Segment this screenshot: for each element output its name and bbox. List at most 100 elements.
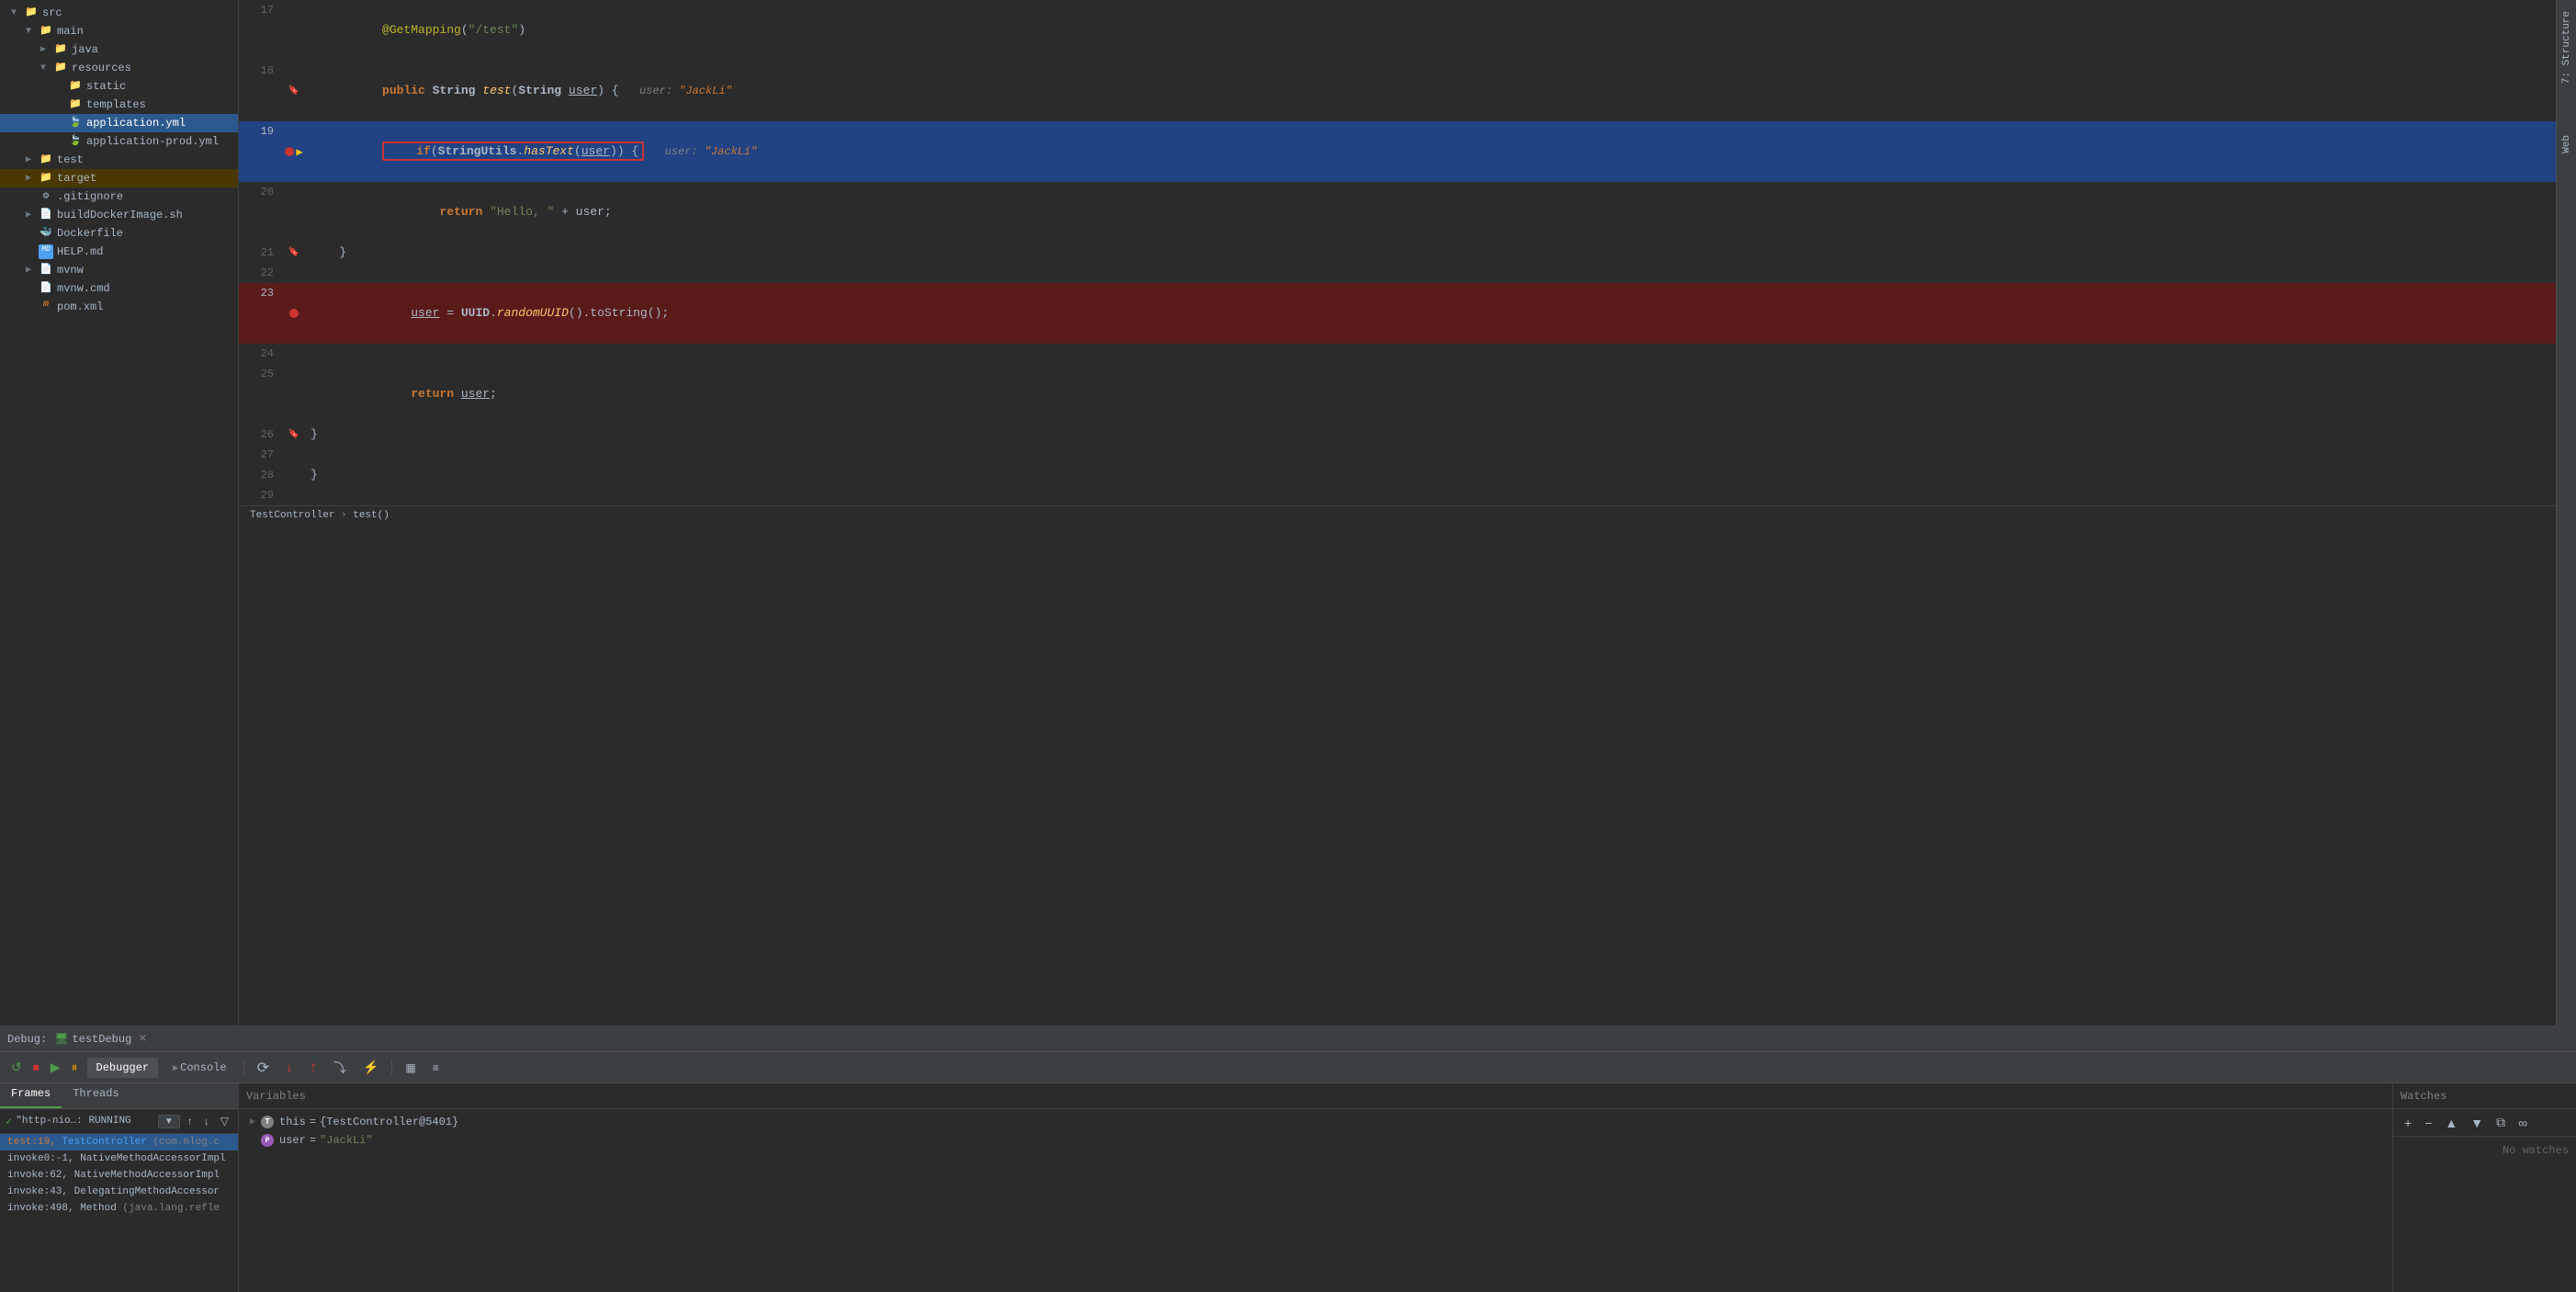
watch-up-button[interactable]: ▲ [2441,1114,2461,1132]
line-content-19: if(StringUtils.hasText(user)) { user: "J… [303,121,2556,182]
sidebar-item-target[interactable]: ▶ 📁 target [0,169,238,187]
breakpoint-icon-19 [285,147,294,156]
sidebar-item-static[interactable]: 📁 static [0,77,238,96]
var-equals-user: = [310,1134,316,1147]
watch-down-button[interactable]: ▼ [2467,1114,2487,1132]
line-content-29 [303,485,2556,505]
rerun-button[interactable]: ↺ [7,1056,26,1079]
variable-this[interactable]: ▶ T this = {TestController@5401} [239,1113,2392,1131]
grid-button[interactable]: ▦ [400,1059,421,1077]
line-content-18: public String test(String user) { user: … [303,61,2556,121]
step-over-button[interactable]: ⟳ [252,1056,275,1080]
folder-icon-java: 📁 [53,42,68,57]
line-gutter-21: 🔖 [285,243,303,263]
structure-tab-label[interactable]: 7: Structure [2559,4,2574,91]
stop-button[interactable]: ⏹ [29,1056,43,1079]
file-icon-yml: 🍃 [68,116,83,130]
run-to-cursor-button[interactable]: ⤵ [328,1056,352,1080]
sidebar-item-builddockerimage[interactable]: ▶ 📄 buildDockerImage.sh [0,206,238,224]
var-expand-this[interactable]: ▶ [250,1116,261,1128]
resume-button[interactable]: ▶ [47,1056,64,1079]
sidebar-item-label-mvnw: mvnw [57,264,84,277]
param-user-18: user [569,84,597,97]
sidebar-item-dockerfile[interactable]: 🐳 Dockerfile [0,224,238,243]
console-tab[interactable]: ▶Console [164,1058,235,1078]
line-number-29: 29 [239,485,285,505]
sidebar-item-label-application-prod-yml: application-prod.yml [86,135,219,148]
settings-button[interactable]: ≡ [427,1059,445,1077]
sidebar-item-resources[interactable]: ▼ 📁 resources [0,59,238,77]
sidebar-item-java[interactable]: ▶ 📁 java [0,40,238,59]
variable-user[interactable]: P user = "JackLi" [239,1131,2392,1150]
line-content-28: } [303,465,2556,485]
code-line-19: 19 ▶ if(StringUtils.hasText(user)) { use… [239,121,2556,182]
watch-add-button[interactable]: + [2401,1114,2415,1132]
sidebar-item-gitignore[interactable]: ⚙ .gitignore [0,187,238,206]
code-line-27: 27 [239,445,2556,465]
sidebar-item-test[interactable]: ▶ 📁 test [0,151,238,169]
folder-icon-static: 📁 [68,79,83,94]
watch-remove-button[interactable]: − [2421,1114,2435,1132]
debug-header: Debug: 🖥 testDebug × [0,1026,2576,1052]
param-user-25: user [461,387,490,401]
sidebar-item-mvnw[interactable]: ▶ 📄 mvnw [0,261,238,279]
watches-empty: No watches [2393,1137,2576,1292]
sidebar-item-templates[interactable]: 📁 templates [0,96,238,114]
watches-panel: Watches + − ▲ ▼ ⧉ ∞ No watches [2392,1083,2576,1292]
code-line-26: 26 🔖 } [239,425,2556,445]
debugger-tab[interactable]: Debugger [87,1058,159,1078]
sidebar-item-src[interactable]: ▼ 📁 src [0,4,238,22]
kw-if-19: if [416,144,431,158]
sidebar-item-label-test: test [57,153,84,166]
sidebar-item-mvnwcmd[interactable]: 📄 mvnw.cmd [0,279,238,298]
pause-button[interactable]: ⏸ [68,1056,82,1079]
line-number-25: 25 [239,364,285,425]
line-gutter-19: ▶ [285,121,303,182]
method-test-18: test [482,84,511,97]
frame-item-2[interactable]: invoke:62, NativeMethodAccessorImpl [0,1167,238,1184]
line-number-19: 19 [239,121,285,182]
debug-toolbar: ↺ ⏹ ▶ ⏸ Debugger ▶Console ⟳ ↓ ↑ ⤵ ⚡ ▦ ≡ [0,1052,2576,1083]
sidebar-item-label-helpmd: HELP.md [57,245,103,258]
sidebar-item-label-dockerfile: Dockerfile [57,227,123,240]
frames-list: test:19, TestController (com.mlog.c invo… [0,1134,238,1292]
frame-pkg-0: (com.mlog.c [153,1137,220,1148]
line-gutter-22 [285,263,303,283]
watch-copy-button[interactable]: ⧉ [2492,1113,2509,1132]
watch-infinity-button[interactable]: ∞ [2514,1114,2531,1132]
sidebar-item-application-yml[interactable]: 🍃 application.yml [0,114,238,132]
frame-down-button[interactable]: ↓ [200,1113,213,1129]
tree-arrow-java: ▶ [40,44,51,55]
frames-tab[interactable]: Frames [0,1083,62,1108]
frame-item-0[interactable]: test:19, TestController (com.mlog.c [0,1134,238,1150]
evaluate-button[interactable]: ⚡ [357,1057,384,1078]
sidebar-item-label-application-yml: application.yml [86,117,186,130]
frame-item-4[interactable]: invoke:498, Method (java.lang.refle [0,1200,238,1217]
line-content-22 [303,263,2556,283]
watches-controls: + − ▲ ▼ ⧉ ∞ [2393,1109,2576,1137]
line-gutter-25 [285,364,303,425]
threads-tab[interactable]: Threads [62,1083,130,1108]
bookmark-icon-18: 🔖 [288,85,299,96]
frame-up-button[interactable]: ↑ [184,1113,197,1129]
line-content-21: } [303,243,2556,263]
frame-item-3[interactable]: invoke:43, DelegatingMethodAccessor [0,1184,238,1200]
sidebar-item-application-prod-yml[interactable]: 🍃 application-prod.yml [0,132,238,151]
line-number-27: 27 [239,445,285,465]
sidebar-item-helpmd[interactable]: MD HELP.md [0,243,238,261]
var-value-user: "JackLi" [320,1134,373,1147]
sidebar-item-main[interactable]: ▼ 📁 main [0,22,238,40]
step-out-button[interactable]: ↑ [304,1057,322,1079]
frame-item-1[interactable]: invoke0:-1, NativeMethodAccessorImpl [0,1150,238,1167]
step-into-button[interactable]: ↓ [280,1057,299,1079]
debug-close-button[interactable]: × [139,1032,146,1047]
line-content-23: user = UUID.randomUUID().toString(); [303,283,2556,344]
debug-panel: Debug: 🖥 testDebug × ↺ ⏹ ▶ ⏸ Debugger ▶C… [0,1026,2576,1292]
code-line-25: 25 return user; [239,364,2556,425]
thread-dropdown-button[interactable]: ▼ [158,1115,180,1128]
web-tab-label[interactable]: Web [2559,128,2574,161]
right-sidebar-strip: 7: Structure Web [2556,0,2576,1026]
sidebar-item-label-main: main [57,25,84,38]
sidebar-item-pomxml[interactable]: m pom.xml [0,298,238,316]
filter-button[interactable]: ▽ [217,1113,232,1129]
